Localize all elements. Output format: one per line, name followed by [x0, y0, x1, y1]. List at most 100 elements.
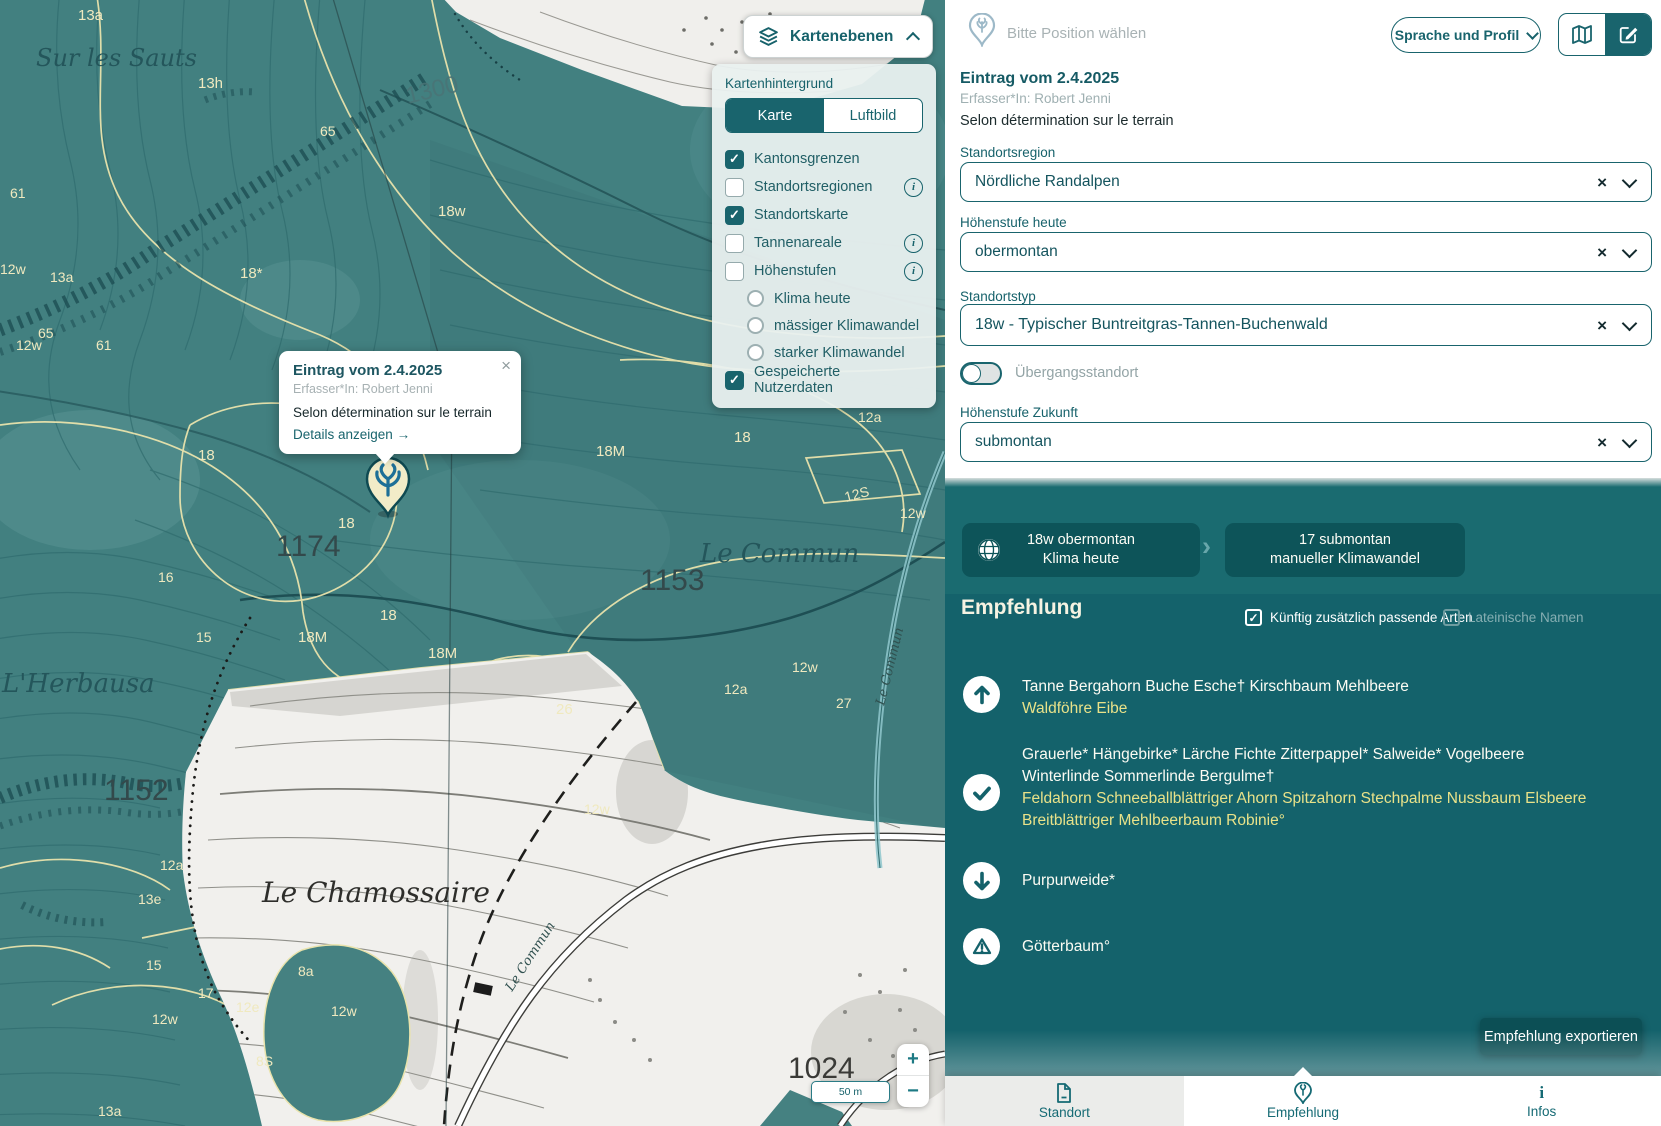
radio-icon — [747, 317, 764, 334]
map-layers-button[interactable]: Kartenebenen — [743, 15, 933, 58]
species-line: Breitblättriger Mehlbeerbaum Robinie° — [1022, 810, 1586, 832]
uebergangsstandort-label: Übergangsstandort — [1015, 365, 1138, 381]
popup-details-link[interactable]: Details anzeigen → — [293, 427, 507, 442]
map-label: 18* — [240, 265, 263, 282]
radio-maessiger-klimawandel[interactable]: mässiger Klimawandel — [747, 312, 923, 339]
basemap-option-luftbild[interactable]: Luftbild — [824, 99, 922, 132]
map-scale-bar: 50 m — [811, 1081, 890, 1103]
hoehenstufe-heute-select[interactable]: obermontan × — [960, 232, 1652, 272]
uebergangsstandort-toggle[interactable] — [960, 362, 1002, 385]
checkbox-unchecked-icon — [725, 178, 744, 197]
layer-checkbox-standortsregionen[interactable]: Standortsregionen i — [725, 173, 923, 201]
tree-app: Sur les SautsL'HerbausaLe CommunLe Chamo… — [0, 0, 1661, 1126]
edit-icon — [1617, 24, 1639, 46]
check-icon — [963, 774, 1000, 811]
map-label: 18M — [428, 645, 457, 662]
radio-label: mässiger Klimawandel — [774, 318, 919, 334]
climate-card-future[interactable]: 17 submontan manueller Klimawandel — [1225, 523, 1465, 577]
layer-checkbox-gespeicherte-nutzerdaten[interactable]: ✓ Gespeicherte Nutzerdaten — [725, 366, 923, 394]
info-icon[interactable]: i — [904, 234, 923, 253]
checkbox-unchecked-icon — [1443, 609, 1460, 626]
map-label: 13a — [78, 7, 104, 24]
zoom-out-button[interactable]: − — [897, 1076, 929, 1107]
layer-label: Gespeicherte Nutzerdaten — [754, 364, 923, 396]
recommendation-section: 18w obermontan Klima heute › 17 submonta… — [945, 478, 1661, 1076]
basemap-option-karte[interactable]: Karte — [726, 99, 824, 132]
map-zoom-control: + − — [897, 1044, 929, 1107]
popup-title: Eintrag vom 2.4.2025 — [293, 362, 507, 379]
hoehenstufe-zukunft-select[interactable]: submontan × — [960, 422, 1652, 462]
position-placeholder-text: Bitte Position wählen — [1007, 25, 1146, 42]
future-species-checkbox[interactable]: ✓ Künftig zusätzlich passende Arten — [1245, 609, 1473, 626]
map-label: 12w — [0, 261, 27, 277]
checkbox-checked-icon: ✓ — [1245, 609, 1262, 626]
info-icon[interactable]: i — [904, 262, 923, 281]
info-icon[interactable]: i — [904, 178, 923, 197]
tab-label: Infos — [1527, 1104, 1556, 1119]
recommendation-row-better: Tanne Bergahorn Buche Esche† Kirschbaum … — [963, 676, 1641, 720]
zoom-in-button[interactable]: + — [897, 1044, 929, 1075]
map-label: 13h — [198, 75, 223, 92]
chevron-down-icon[interactable] — [1622, 315, 1638, 331]
latin-names-checkbox[interactable]: Lateinische Namen — [1443, 609, 1584, 626]
radio-starker-klimawandel[interactable]: starker Klimawandel — [747, 339, 923, 366]
tab-infos[interactable]: i Infos — [1422, 1076, 1661, 1126]
map-label: 15 — [196, 629, 212, 645]
checkbox-unchecked-icon — [725, 262, 744, 281]
map-label: 16 — [158, 569, 174, 585]
clear-icon[interactable]: × — [1597, 434, 1607, 451]
tree-pin-icon — [1292, 1082, 1314, 1104]
popup-caret — [375, 453, 395, 464]
standortsregion-select[interactable]: Nördliche Randalpen × — [960, 162, 1652, 202]
map-mode-button[interactable] — [1559, 14, 1605, 55]
language-profile-button[interactable]: Sprache und Profil — [1391, 17, 1541, 53]
tab-standort[interactable]: Standort — [945, 1076, 1184, 1126]
species-line: Götterbaum° — [1022, 936, 1110, 958]
map-label: 12a — [858, 409, 882, 425]
map-label: 12e — [236, 999, 260, 1015]
map-label: L'Herbausa — [1, 669, 155, 699]
clear-icon[interactable]: × — [1597, 317, 1607, 334]
radio-label: starker Klimawandel — [774, 345, 905, 361]
position-pin-icon — [967, 13, 997, 47]
standortstyp-select[interactable]: 18w - Typischer Buntreitgras-Tannen-Buch… — [960, 304, 1652, 346]
map-label: Le Commun — [699, 539, 859, 569]
map: Sur les SautsL'HerbausaLe CommunLe Chamo… — [0, 0, 945, 1126]
bottom-tab-bar: Standort Empfehlung i Infos — [945, 1076, 1661, 1126]
layer-checkbox-tannenareale[interactable]: Tannenareale i — [725, 229, 923, 257]
map-label: 18M — [596, 443, 625, 460]
radio-icon — [747, 290, 764, 307]
active-tab-caret — [1294, 1067, 1312, 1076]
layer-checkbox-kantonsgrenzen[interactable]: ✓ Kantonsgrenzen — [725, 145, 923, 173]
climate-card-today[interactable]: 18w obermontan Klima heute — [962, 523, 1200, 577]
field-value: obermontan — [975, 243, 1058, 261]
edit-mode-button[interactable] — [1605, 14, 1651, 55]
clear-icon[interactable]: × — [1597, 174, 1607, 191]
layers-icon — [758, 26, 779, 47]
close-icon[interactable]: × — [501, 357, 511, 374]
tab-label: Empfehlung — [1267, 1105, 1339, 1120]
map-label: 18 — [380, 607, 397, 624]
layer-label: Kantonsgrenzen — [754, 151, 860, 167]
field-label-hoehenstufe-heute: Höhenstufe heute — [960, 215, 1067, 230]
layer-checkbox-hoehenstufen[interactable]: Höhenstufen i — [725, 257, 923, 285]
chevron-down-icon[interactable] — [1622, 432, 1638, 448]
field-label-hoehenstufe-zukunft: Höhenstufe Zukunft — [960, 405, 1078, 420]
map-label: 15 — [146, 957, 162, 973]
field-value: submontan — [975, 433, 1052, 451]
map-icon — [1570, 24, 1594, 45]
checkbox-unchecked-icon — [725, 234, 744, 253]
clear-icon[interactable]: × — [1597, 244, 1607, 261]
layer-checkbox-standortskarte[interactable]: ✓ Standortskarte — [725, 201, 923, 229]
recommendation-row-worse: Purpurweide* — [963, 870, 1641, 899]
tab-empfehlung[interactable]: Empfehlung — [1184, 1076, 1423, 1126]
map-label: Le Chamossaire — [261, 876, 490, 909]
chevron-down-icon[interactable] — [1622, 242, 1638, 258]
map-label: 1174 — [276, 530, 341, 563]
map-label: 12w — [584, 801, 611, 817]
radio-klima-heute[interactable]: Klima heute — [747, 285, 923, 312]
field-value: Nördliche Randalpen — [975, 173, 1120, 191]
map-label: 13a — [50, 269, 74, 285]
chevron-down-icon[interactable] — [1622, 172, 1638, 188]
map-label: 12w — [331, 1003, 358, 1019]
